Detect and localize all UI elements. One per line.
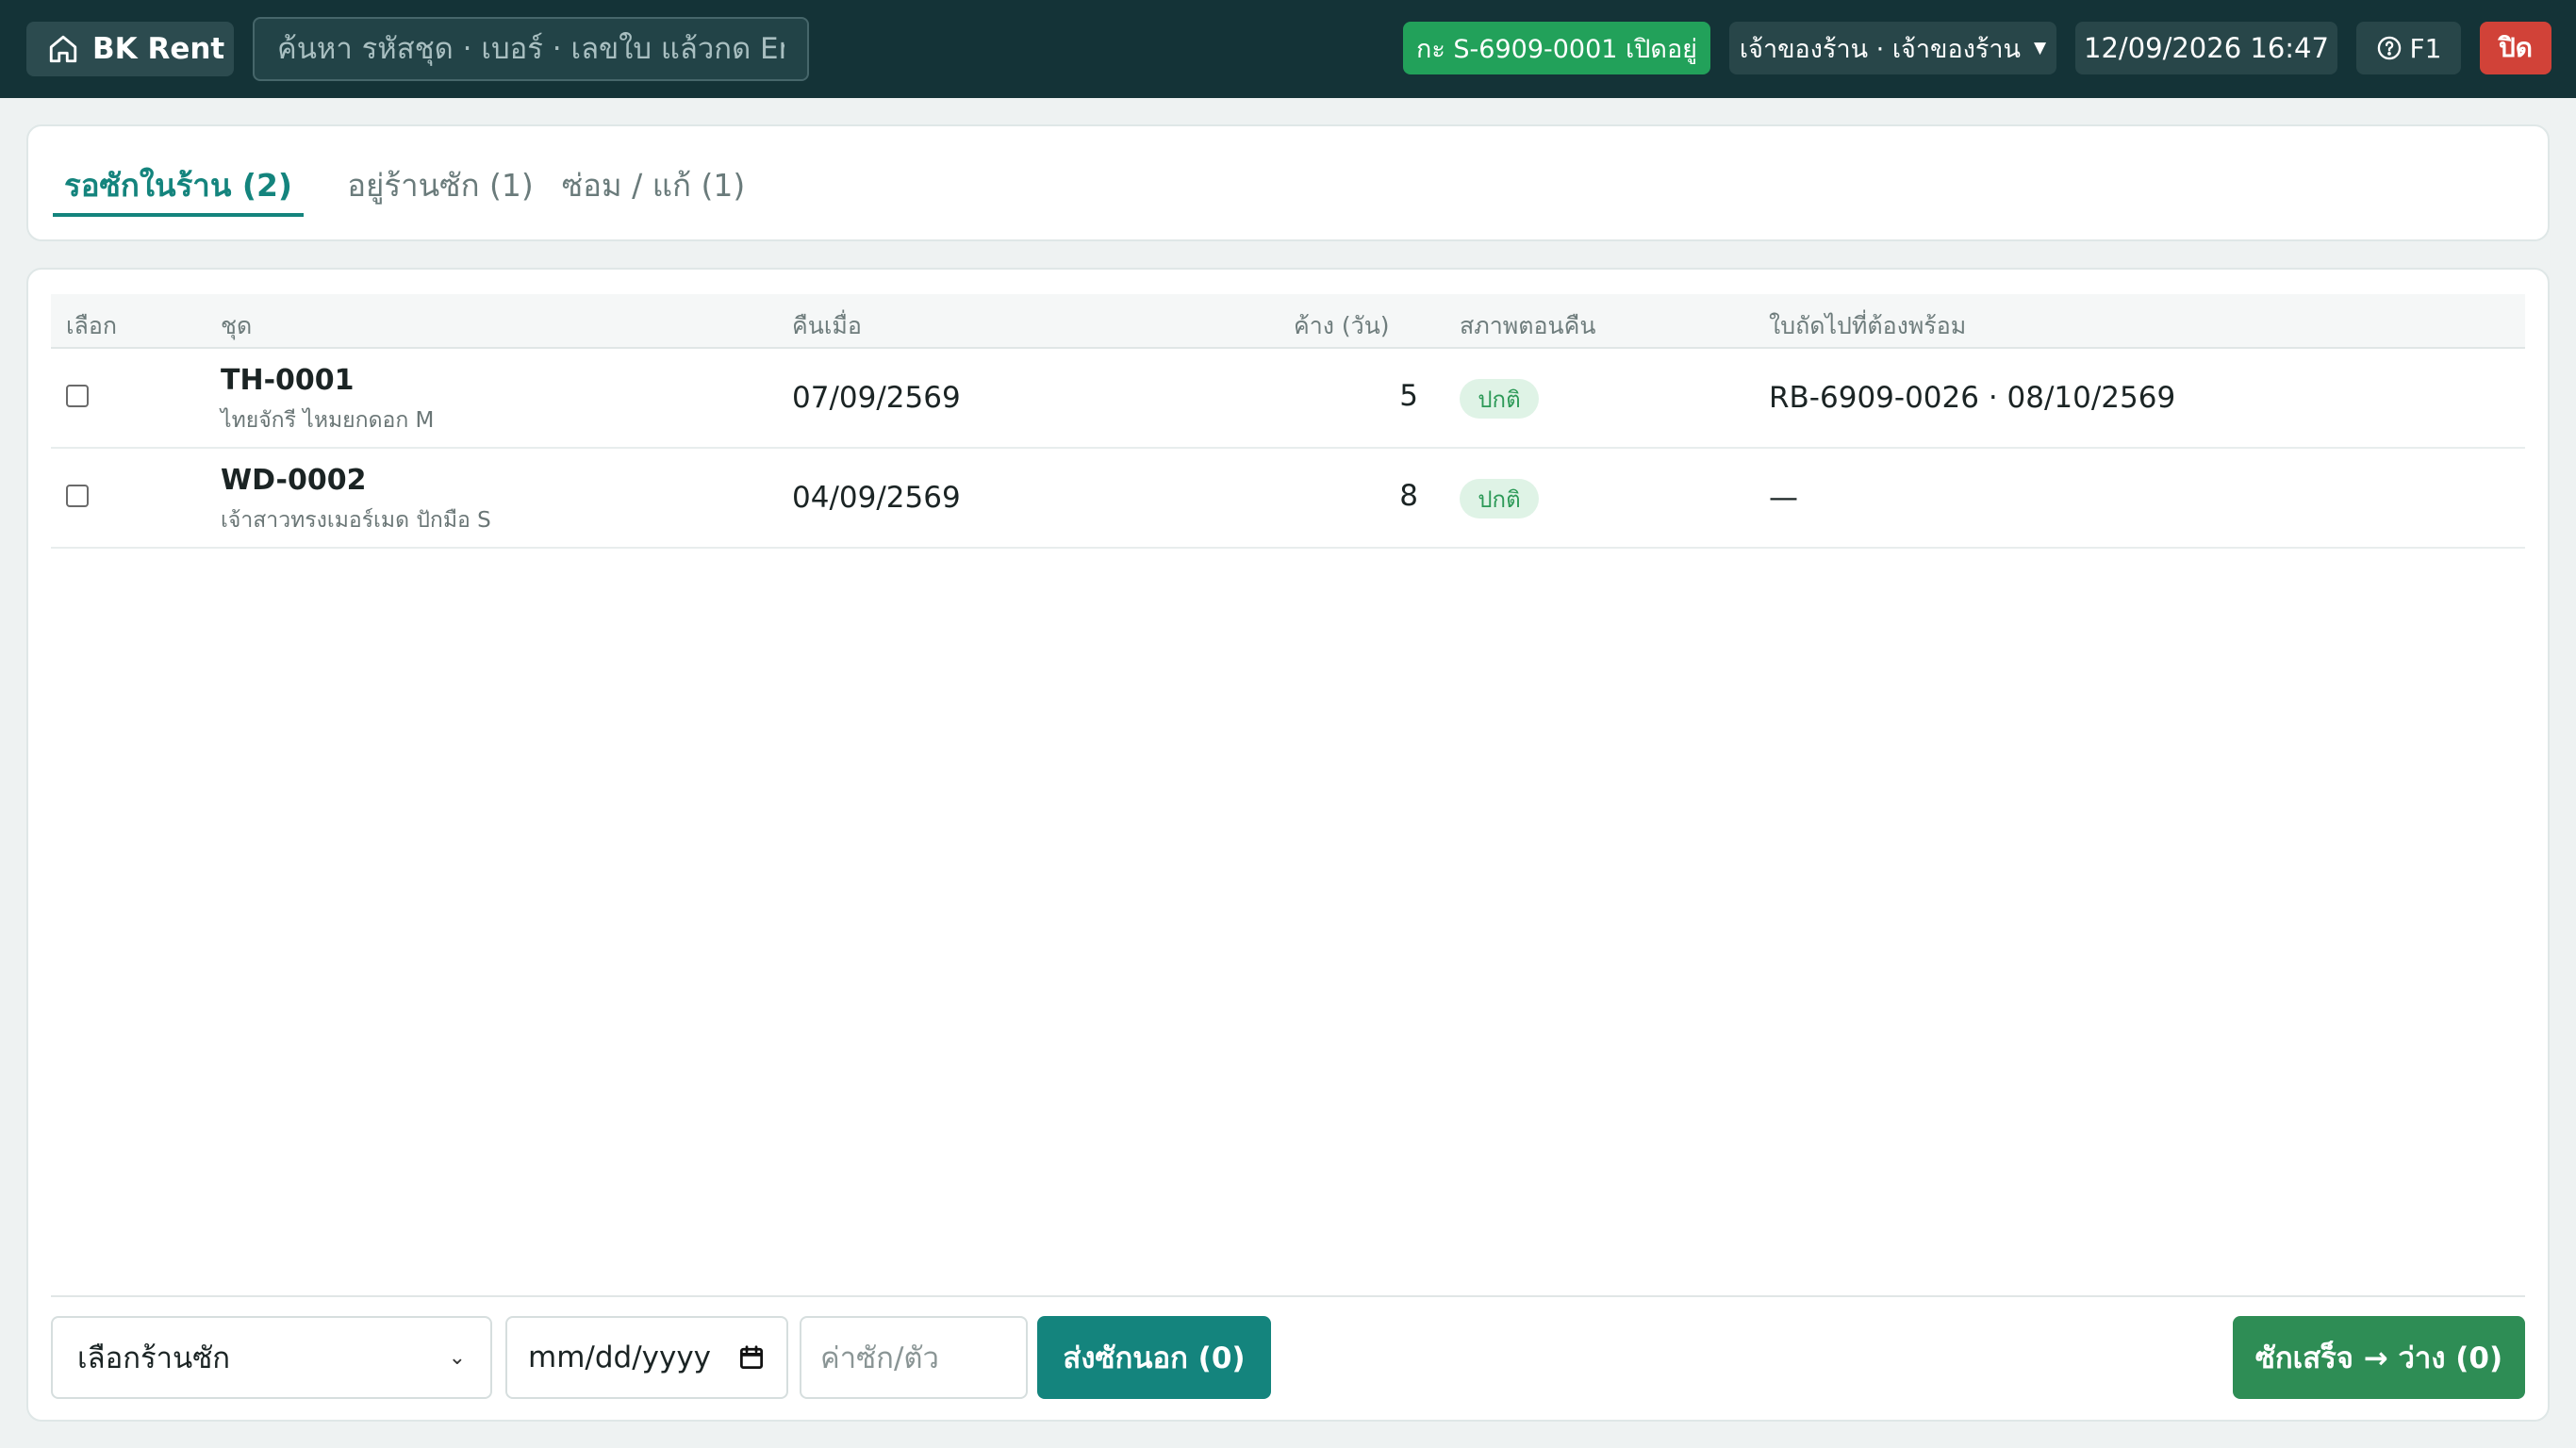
next-booking: — [1769, 481, 1798, 515]
column-header-item: ชุด [221, 312, 253, 339]
search-input[interactable] [253, 17, 809, 81]
pending-days: 8 [1399, 479, 1418, 513]
item-code: TH-0001 [221, 364, 355, 397]
user-menu[interactable]: เจ้าของร้าน · เจ้าของร้าน ▼ [1729, 22, 2056, 74]
tab-label: รอซักในร้าน (2) [63, 167, 293, 204]
table-row[interactable]: TH-0001 ไทยจักรี ไหมยกดอก M 07/09/2569 5… [51, 349, 2525, 449]
home-icon [49, 35, 77, 63]
table-row[interactable]: WD-0002 เจ้าสาวทรงเมอร์เมด ปักมือ S 04/0… [51, 449, 2525, 549]
tab-label: อยู่ร้านซัก (1) [347, 167, 534, 204]
table-header: เลือก ชุด คืนเมื่อ ค้าง (วัน) สภาพตอนคืน… [51, 294, 2525, 349]
returned-date: 04/09/2569 [792, 481, 961, 515]
send-to-laundry-button[interactable]: ส่งซักนอก (0) [1037, 1316, 1271, 1399]
price-per-piece-input[interactable]: ค่าซัก/ตัว [800, 1316, 1028, 1399]
datetime-display: 12/09/2026 16:47 [2075, 22, 2337, 74]
send-date-input[interactable]: mm/dd/yyyy [505, 1316, 788, 1399]
row-checkbox[interactable] [66, 385, 89, 407]
condition-badge: ปกติ [1460, 379, 1539, 419]
laundry-shop-select-value: เลือกร้านซัก [77, 1341, 231, 1375]
tab-at-laundry[interactable]: อยู่ร้านซัก (1) [328, 160, 553, 217]
date-placeholder: mm/dd/yyyy [528, 1341, 712, 1374]
returned-date: 07/09/2569 [792, 381, 961, 415]
close-label: ปิด [2499, 32, 2533, 63]
done-button-label: ซักเสร็จ → ว่าง (0) [2254, 1341, 2503, 1375]
main-card: เลือก ชุด คืนเมื่อ ค้าง (วัน) สภาพตอนคืน… [26, 268, 2550, 1422]
send-button-label: ส่งซักนอก (0) [1063, 1341, 1246, 1375]
caret-down-icon: ▼ [2034, 39, 2047, 58]
user-label: เจ้าของร้าน · เจ้าของร้าน [1739, 34, 2022, 64]
column-header-next-booking: ใบถัดไปที่ต้องพร้อม [1769, 312, 1967, 339]
laundry-done-button[interactable]: ซักเสร็จ → ว่าง (0) [2233, 1316, 2525, 1399]
column-header-select: เลือก [66, 312, 118, 339]
top-bar: BK Rent กะ S-6909-0001 เปิดอยู่ เจ้าของร… [0, 0, 2576, 98]
datetime-label: 12/09/2026 16:47 [2084, 32, 2329, 64]
next-booking: RB-6909-0026 · 08/10/2569 [1769, 381, 2176, 415]
shift-status-badge[interactable]: กะ S-6909-0001 เปิดอยู่ [1403, 22, 1710, 74]
price-placeholder: ค่าซัก/ตัว [820, 1341, 939, 1375]
item-name: เจ้าสาวทรงเมอร์เมด ปักมือ S [221, 508, 491, 533]
home-button[interactable]: BK Rent [26, 22, 234, 76]
tabs-card: รอซักในร้าน (2) อยู่ร้านซัก (1) ซ่อม / แ… [26, 124, 2550, 241]
item-code: WD-0002 [221, 464, 367, 497]
tab-repair[interactable]: ซ่อม / แก้ (1) [553, 160, 754, 217]
shift-status-label: กะ S-6909-0001 เปิดอยู่ [1415, 34, 1697, 64]
pending-days: 5 [1399, 379, 1418, 413]
help-button[interactable]: F1 [2356, 22, 2461, 74]
help-icon [2377, 36, 2401, 60]
tab-waiting-in-store[interactable]: รอซักในร้าน (2) [53, 160, 304, 217]
tab-label: ซ่อม / แก้ (1) [561, 167, 746, 204]
chevron-down-icon: ⌄ [448, 1345, 466, 1370]
column-header-returned: คืนเมื่อ [792, 312, 862, 339]
help-label: F1 [2409, 32, 2442, 64]
close-button[interactable]: ปิด [2480, 22, 2551, 74]
column-header-pending-days: ค้าง (วัน) [1294, 312, 1390, 339]
calendar-icon[interactable] [737, 1343, 766, 1372]
row-checkbox[interactable] [66, 485, 89, 507]
brand-name: BK Rent [92, 32, 225, 66]
condition-badge: ปกติ [1460, 479, 1539, 518]
laundry-shop-select[interactable]: เลือกร้านซัก ⌄ [51, 1316, 492, 1399]
footer-divider [51, 1295, 2525, 1297]
column-header-condition: สภาพตอนคืน [1460, 312, 1596, 339]
item-name: ไทยจักรี ไหมยกดอก M [221, 408, 435, 433]
